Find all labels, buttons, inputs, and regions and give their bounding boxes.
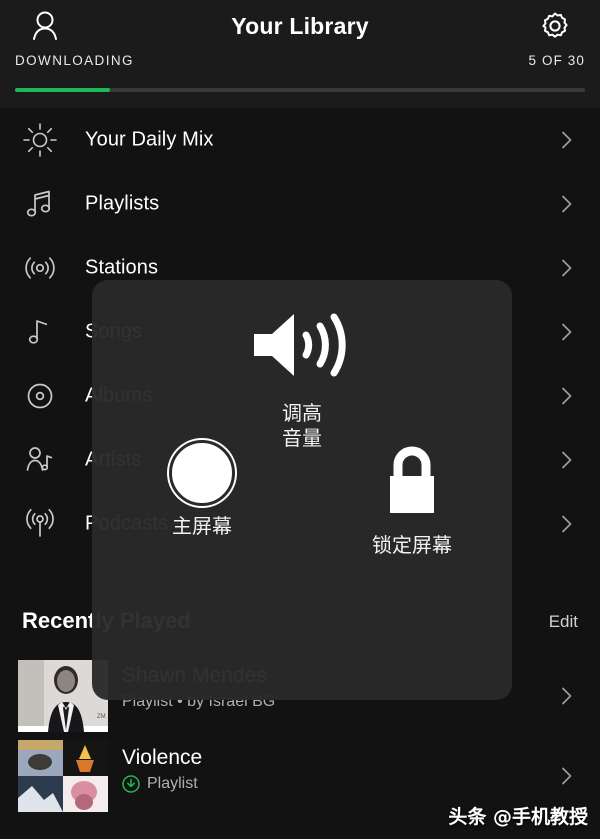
home-circle-icon	[169, 440, 235, 506]
home-button[interactable]: 主屏幕	[122, 440, 282, 539]
chevron-right-icon[interactable]	[558, 387, 576, 405]
library-item-your-daily-mix[interactable]: Your Daily Mix	[0, 108, 600, 172]
page-title: Your Library	[231, 13, 369, 39]
library-item-label: Playlists	[85, 192, 160, 215]
album-artwork-wrap	[18, 740, 108, 812]
chevron-right-icon	[562, 323, 572, 341]
spotify-library-screen: Your Library DOWNLOADING 5 OF 30 Your Da…	[0, 0, 600, 839]
chevron-right-icon	[562, 451, 572, 469]
chevron-right-icon	[562, 195, 572, 213]
chevron-right-icon[interactable]	[558, 131, 576, 149]
album-artwork	[18, 740, 108, 812]
music-note-icon	[22, 314, 58, 350]
chevron-right-icon[interactable]	[558, 767, 576, 785]
double-music-note-icon	[22, 186, 58, 222]
sun-icon	[23, 123, 57, 157]
library-item-label: Stations	[85, 256, 159, 279]
chevron-right-icon	[562, 515, 572, 533]
downloading-count: 5 OF 30	[528, 53, 585, 68]
lock-screen-label: 锁定屏幕	[372, 533, 452, 557]
speaker-volume-icon	[254, 313, 346, 377]
chevron-right-icon	[562, 131, 572, 149]
radio-waves-icon	[25, 257, 55, 279]
lock-icon	[390, 446, 434, 513]
home-label: 主屏幕	[172, 514, 232, 538]
downloaded-icon	[122, 775, 140, 793]
broadcast-icon	[26, 508, 54, 537]
library-item-label: Your Daily Mix	[85, 128, 214, 151]
download-progress-track	[15, 88, 585, 92]
assistive-touch-panel[interactable]: 调高 音量 主屏幕 锁定屏幕	[92, 280, 512, 700]
chevron-right-icon[interactable]	[558, 451, 576, 469]
chevron-right-icon[interactable]	[558, 195, 576, 213]
sun-icon	[22, 122, 58, 158]
artist-icon	[22, 442, 58, 478]
recent-item-subtitle: Playlist	[147, 775, 198, 792]
watermark: 头条 @手机教授	[448, 806, 588, 828]
chevron-right-icon	[562, 387, 572, 405]
library-item-playlists[interactable]: Playlists	[0, 172, 600, 236]
broadcast-icon	[22, 506, 58, 542]
chevron-right-icon	[562, 687, 572, 705]
downloading-label: DOWNLOADING	[15, 53, 134, 68]
disc-icon	[27, 383, 53, 409]
recent-item-subtitle-row: Playlist	[122, 775, 202, 793]
recent-item-title: Violence	[122, 746, 203, 769]
chevron-right-icon	[562, 767, 572, 785]
lock-screen-button[interactable]: 锁定屏幕	[332, 440, 492, 558]
chevron-right-icon	[562, 259, 572, 277]
svg-text:ZM: ZM	[97, 714, 106, 720]
download-progress-fill	[15, 88, 111, 92]
chevron-right-icon[interactable]	[558, 323, 576, 341]
music-note-icon	[28, 320, 48, 344]
volume-up-label-line1: 调高	[282, 401, 322, 425]
chevron-right-icon[interactable]	[558, 259, 576, 277]
double-music-note-icon	[26, 190, 51, 217]
edit-button[interactable]: Edit	[549, 612, 578, 632]
gear-icon[interactable]	[535, 6, 575, 46]
app-header: Your Library DOWNLOADING 5 OF 30	[0, 0, 600, 108]
artist-icon	[26, 447, 53, 471]
disc-icon	[22, 378, 58, 414]
chevron-right-icon[interactable]	[558, 515, 576, 533]
volume-up-button[interactable]: 调高 音量	[242, 302, 362, 451]
radio-waves-icon	[22, 250, 58, 286]
chevron-right-icon[interactable]	[558, 687, 576, 705]
